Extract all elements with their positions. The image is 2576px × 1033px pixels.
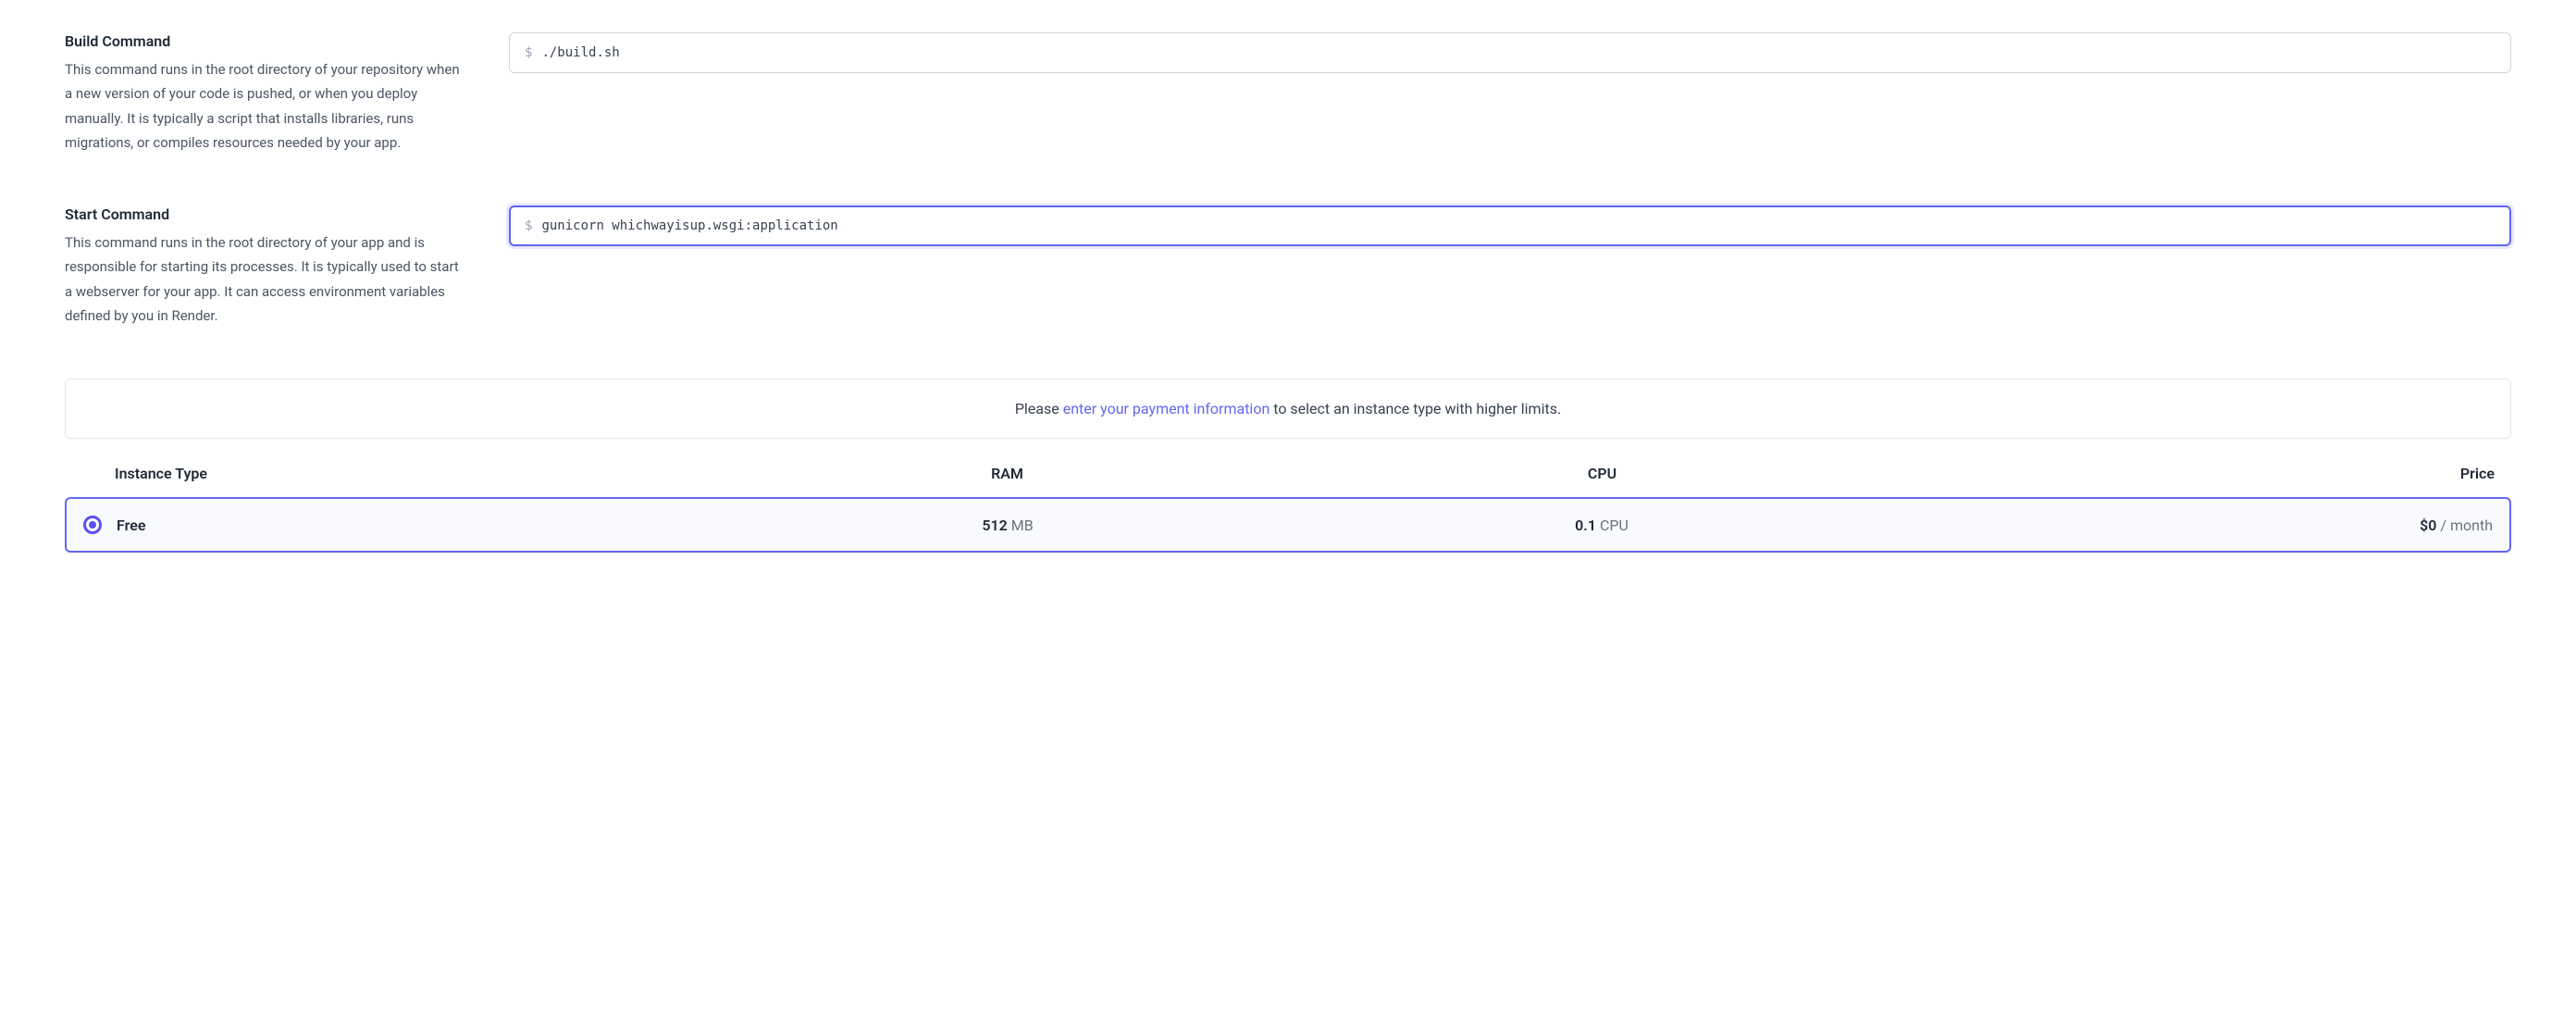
price-unit: / month: [2436, 516, 2493, 534]
build-command-title: Build Command: [65, 32, 463, 50]
payment-info-link[interactable]: enter your payment information: [1063, 400, 1270, 417]
start-command-input-wrapper[interactable]: $: [509, 205, 2511, 246]
header-ram: RAM: [710, 465, 1305, 482]
notice-suffix: to select an instance type with higher l…: [1269, 400, 1561, 417]
instance-name: Free: [117, 516, 711, 534]
instance-row-free[interactable]: Free 512 MB 0.1 CPU $0 / month: [65, 497, 2511, 553]
start-command-description: This command runs in the root directory …: [65, 230, 463, 328]
price-value: $0: [2420, 516, 2436, 534]
dollar-prefix-icon: $: [525, 45, 532, 60]
dollar-prefix-icon: $: [525, 218, 532, 233]
start-command-label-col: Start Command This command runs in the r…: [65, 205, 463, 328]
build-command-input-col: $: [509, 32, 2511, 73]
build-command-description: This command runs in the root directory …: [65, 57, 463, 155]
instance-cpu: 0.1 CPU: [1305, 516, 1899, 534]
build-command-row: Build Command This command runs in the r…: [65, 32, 2511, 155]
cpu-value: 0.1: [1575, 516, 1596, 534]
ram-value: 512: [982, 516, 1007, 534]
ram-unit: MB: [1008, 516, 1034, 534]
build-command-input-wrapper[interactable]: $: [509, 32, 2511, 73]
instance-price: $0 / month: [1899, 516, 2493, 534]
build-command-label-col: Build Command This command runs in the r…: [65, 32, 463, 155]
header-price: Price: [1900, 465, 2495, 482]
notice-prefix: Please: [1015, 400, 1063, 417]
start-command-input[interactable]: [541, 218, 2496, 233]
start-command-row: Start Command This command runs in the r…: [65, 205, 2511, 328]
build-command-input[interactable]: [541, 45, 2496, 60]
instance-ram: 512 MB: [711, 516, 1305, 534]
instance-radio-col: [83, 516, 117, 534]
instance-table-header: Instance Type RAM CPU Price: [65, 465, 2511, 497]
header-cpu: CPU: [1305, 465, 1900, 482]
radio-selected-icon[interactable]: [83, 516, 102, 534]
radio-inner-dot: [89, 521, 96, 529]
start-command-input-col: $: [509, 205, 2511, 246]
cpu-unit: CPU: [1596, 516, 1629, 534]
header-instance-type: Instance Type: [115, 465, 710, 482]
payment-notice: Please enter your payment information to…: [65, 379, 2511, 439]
start-command-title: Start Command: [65, 205, 463, 223]
